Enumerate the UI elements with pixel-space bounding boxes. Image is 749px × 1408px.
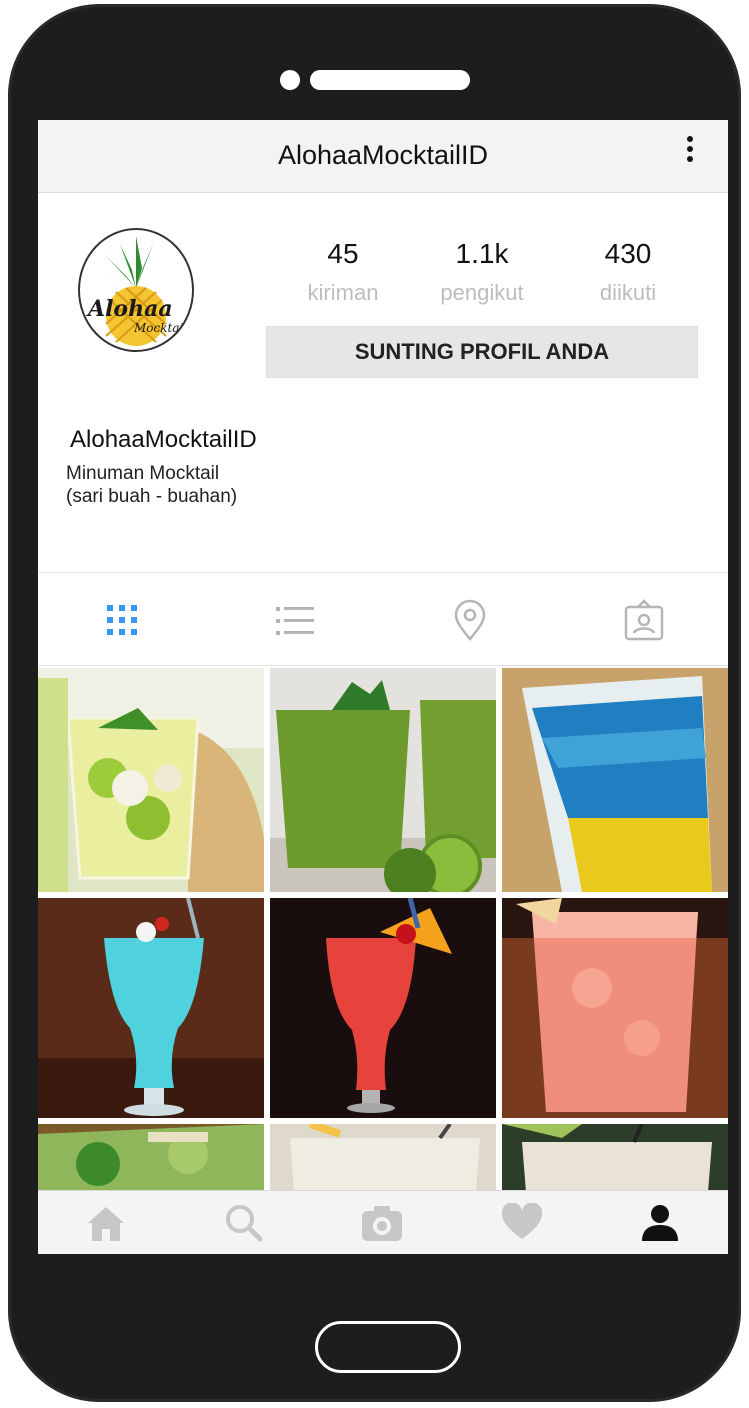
post-thumbnail[interactable] xyxy=(502,1124,728,1192)
posts-count: 45 xyxy=(327,238,359,269)
search-icon[interactable] xyxy=(222,1203,266,1243)
post-thumbnail[interactable] xyxy=(502,898,728,1118)
post-thumbnail[interactable] xyxy=(270,898,496,1118)
grid-icon[interactable] xyxy=(100,599,144,643)
post-thumbnail[interactable] xyxy=(270,1124,496,1192)
app-screen: AlohaaMocktailID Alohaa Mocktail 45 kiri… xyxy=(38,120,728,1254)
top-bar: AlohaaMocktailID xyxy=(38,120,728,193)
profile-bio: Minuman Mocktail (sari buah - buahan) xyxy=(66,462,237,508)
bio-line-1: Minuman Mocktail xyxy=(66,463,220,484)
post-thumbnail[interactable] xyxy=(38,1124,264,1192)
stat-posts[interactable]: 45 kiriman xyxy=(283,238,403,306)
post-thumbnail[interactable] xyxy=(38,898,264,1118)
posts-label: kiriman xyxy=(307,280,379,305)
post-thumbnail[interactable] xyxy=(502,668,728,892)
profile-icon[interactable] xyxy=(638,1203,682,1243)
logo-lettering-2: Mocktail xyxy=(133,321,187,335)
camera-icon[interactable] xyxy=(360,1203,404,1243)
profile-username: AlohaaMocktailID xyxy=(70,426,257,453)
followers-label: pengikut xyxy=(440,280,524,305)
tagged-person-icon[interactable] xyxy=(622,599,666,643)
speaker-grille xyxy=(310,70,470,90)
list-icon[interactable] xyxy=(274,599,318,643)
following-count: 430 xyxy=(604,238,652,269)
post-thumbnail[interactable] xyxy=(270,668,496,892)
bottom-navigation xyxy=(38,1190,728,1254)
post-thumbnail[interactable] xyxy=(38,668,264,892)
edit-profile-button[interactable]: SUNTING PROFIL ANDA xyxy=(266,326,698,378)
location-pin-icon[interactable] xyxy=(448,599,492,643)
home-icon[interactable] xyxy=(84,1203,128,1243)
avatar[interactable]: Alohaa Mocktail xyxy=(78,228,194,352)
followers-count: 1.1k xyxy=(455,238,509,269)
heart-icon[interactable] xyxy=(500,1202,544,1243)
front-camera xyxy=(280,70,300,90)
following-label: diikuti xyxy=(599,280,657,305)
profile-view-tabs xyxy=(38,572,728,666)
page-title: AlohaaMocktailID xyxy=(277,140,489,170)
stat-followers[interactable]: 1.1k pengikut xyxy=(422,238,542,306)
home-hardware-button[interactable] xyxy=(315,1321,461,1373)
more-options-icon[interactable] xyxy=(678,126,702,172)
bio-line-2: (sari buah - buahan) xyxy=(66,486,238,507)
stat-following[interactable]: 430 diikuti xyxy=(568,238,688,306)
logo-lettering: Alohaa xyxy=(86,296,173,322)
